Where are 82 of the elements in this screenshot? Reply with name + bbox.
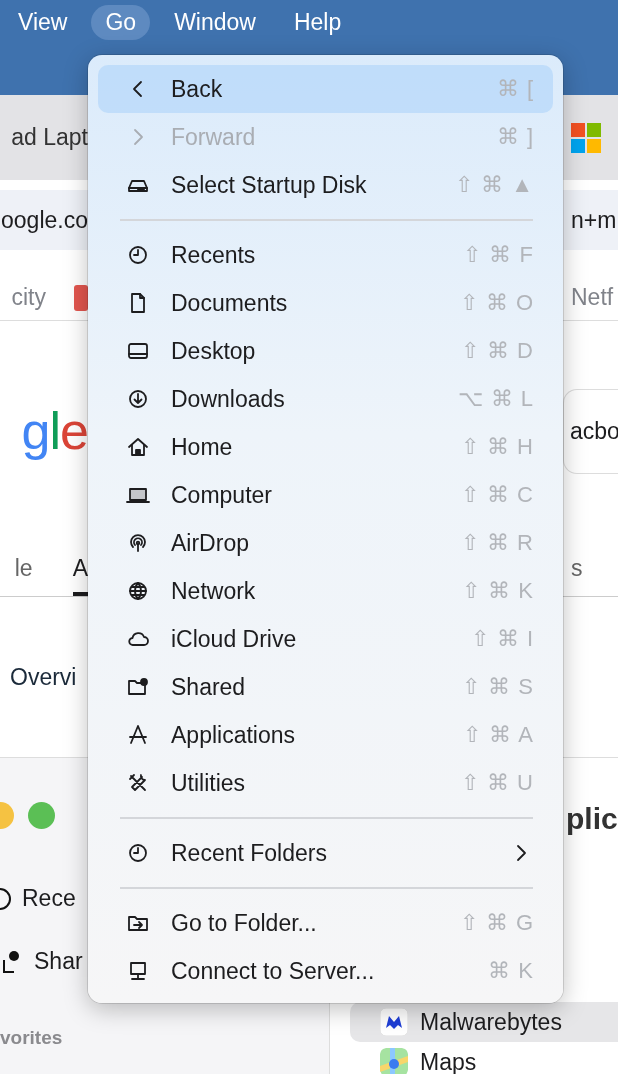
sidebar-item[interactable]: Rece — [22, 885, 76, 912]
keyboard-shortcut: ⇧ ⌘ F — [463, 242, 533, 268]
globe-icon — [126, 579, 150, 603]
bookmark-icon — [74, 284, 88, 311]
menu-item[interactable]: Desktop ⇧ ⌘ D — [98, 327, 553, 375]
menu-item[interactable]: Network ⇧ ⌘ K — [98, 567, 553, 615]
keyboard-shortcut: ⇧ ⌘ S — [462, 674, 533, 700]
menu-item[interactable]: Computer ⇧ ⌘ C — [98, 471, 553, 519]
windows-logo-icon — [571, 122, 601, 153]
m-logo-icon — [380, 1008, 408, 1036]
address-text[interactable]: oogle.co — [1, 206, 88, 234]
menu-bar-item[interactable]: View — [4, 5, 82, 40]
result-tab[interactable]: s — [571, 541, 583, 596]
keyboard-shortcut: ⇧ ⌘ K — [462, 578, 533, 604]
menu-item-label: Connect to Server... — [171, 957, 376, 985]
menu-item-label: Computer — [171, 481, 273, 509]
overview-heading: Overvi — [10, 663, 77, 691]
keyboard-shortcut: ⌘ [ — [496, 76, 533, 102]
house-icon — [126, 435, 150, 459]
keyboard-shortcut: ⇧ ⌘ D — [460, 338, 533, 364]
address-text[interactable]: n+m — [563, 206, 617, 234]
menu-item[interactable]: Recents ⇧ ⌘ F — [98, 231, 553, 279]
menu-item[interactable]: Utilities ⇧ ⌘ U — [98, 759, 553, 807]
bookmark[interactable]: city — [11, 284, 46, 311]
menu-item[interactable]: Applications ⇧ ⌘ A — [98, 711, 553, 759]
sidebar-item[interactable]: Shar — [34, 948, 83, 975]
file-row[interactable]: Malwarebytes — [350, 1002, 618, 1042]
applications-icon — [126, 723, 150, 747]
file-name: Maps — [420, 1048, 477, 1074]
keyboard-shortcut: ⇧ ⌘ A — [463, 722, 533, 748]
menu-item[interactable]: Shared ⇧ ⌘ S — [98, 663, 553, 711]
keyboard-shortcut: ⇧ ⌘ U — [460, 770, 533, 796]
menu-item[interactable]: Back ⌘ [ — [98, 65, 553, 113]
menu-item-label: Recent Folders — [171, 839, 328, 867]
menu-item-label: Shared — [171, 673, 247, 701]
keyboard-shortcut: ⌘ ] — [496, 124, 533, 150]
search-logo: gle — [21, 401, 88, 461]
keyboard-shortcut: ⇧ ⌘ O — [459, 290, 533, 316]
keyboard-shortcut: ⇧ ⌘ ▲ — [455, 172, 533, 198]
menu-item-label: Home — [171, 433, 234, 461]
menu-item[interactable]: Downloads ⌥ ⌘ L — [98, 375, 553, 423]
menu-bar-item[interactable]: Help — [279, 5, 356, 40]
menu-item-label: Select Startup Disk — [171, 171, 368, 199]
keyboard-shortcut: ⇧ ⌘ G — [459, 910, 533, 936]
result-tab[interactable]: le — [14, 541, 33, 596]
menu-item-label: Utilities — [171, 769, 247, 797]
menu-item[interactable]: Home ⇧ ⌘ H — [98, 423, 553, 471]
zoom-button[interactable] — [28, 802, 55, 829]
menu-item-label: Documents — [171, 289, 289, 317]
menu-item[interactable]: AirDrop ⇧ ⌘ R — [98, 519, 553, 567]
bookmark[interactable]: Netf — [563, 284, 614, 311]
tab-title[interactable]: ad Lapt — [11, 124, 88, 151]
file-name: Malwarebytes — [420, 1008, 562, 1036]
menu-item-label: Downloads — [171, 385, 286, 413]
keyboard-shortcut: ⇧ ⌘ H — [460, 434, 533, 460]
menu-item-label: Network — [171, 577, 257, 605]
menu-item[interactable]: Recent Folders — [98, 829, 553, 877]
menu-bar-item[interactable]: Window — [160, 5, 270, 40]
keyboard-shortcut: ⇧ ⌘ I — [470, 626, 533, 652]
menu-item-label: iCloud Drive — [171, 625, 298, 653]
keyboard-shortcut: ⇧ ⌘ R — [460, 530, 533, 556]
file-row[interactable]: Maps — [350, 1042, 618, 1074]
menu-item-label: Recents — [171, 241, 257, 269]
menu-item-label: Go to Folder... — [171, 909, 318, 937]
menu-item[interactable]: Select Startup Disk ⇧ ⌘ ▲ — [98, 161, 553, 209]
menu-item[interactable]: iCloud Drive ⇧ ⌘ I — [98, 615, 553, 663]
menu-item[interactable]: Documents ⇧ ⌘ O — [98, 279, 553, 327]
menu-item[interactable]: Go to Folder... ⇧ ⌘ G — [98, 899, 553, 947]
download-icon — [126, 387, 150, 411]
map-icon — [380, 1048, 408, 1074]
window-title: plic — [566, 802, 618, 836]
menu-item-label: Applications — [171, 721, 297, 749]
menu-item-label: Forward — [171, 123, 257, 151]
menu-item-label: AirDrop — [171, 529, 250, 557]
keyboard-shortcut: ⌥ ⌘ L — [457, 386, 533, 412]
menu-item[interactable]: Connect to Server... ⌘ K — [98, 947, 553, 995]
keyboard-shortcut: ⇧ ⌘ C — [460, 482, 533, 508]
sidebar-section-title: vorites — [0, 1027, 63, 1049]
menu-item-label: Back — [171, 75, 224, 103]
keyboard-shortcut: ⌘ K — [488, 958, 533, 984]
menu-bar-item[interactable]: Go — [91, 5, 151, 40]
menu-item-label: Desktop — [171, 337, 257, 365]
